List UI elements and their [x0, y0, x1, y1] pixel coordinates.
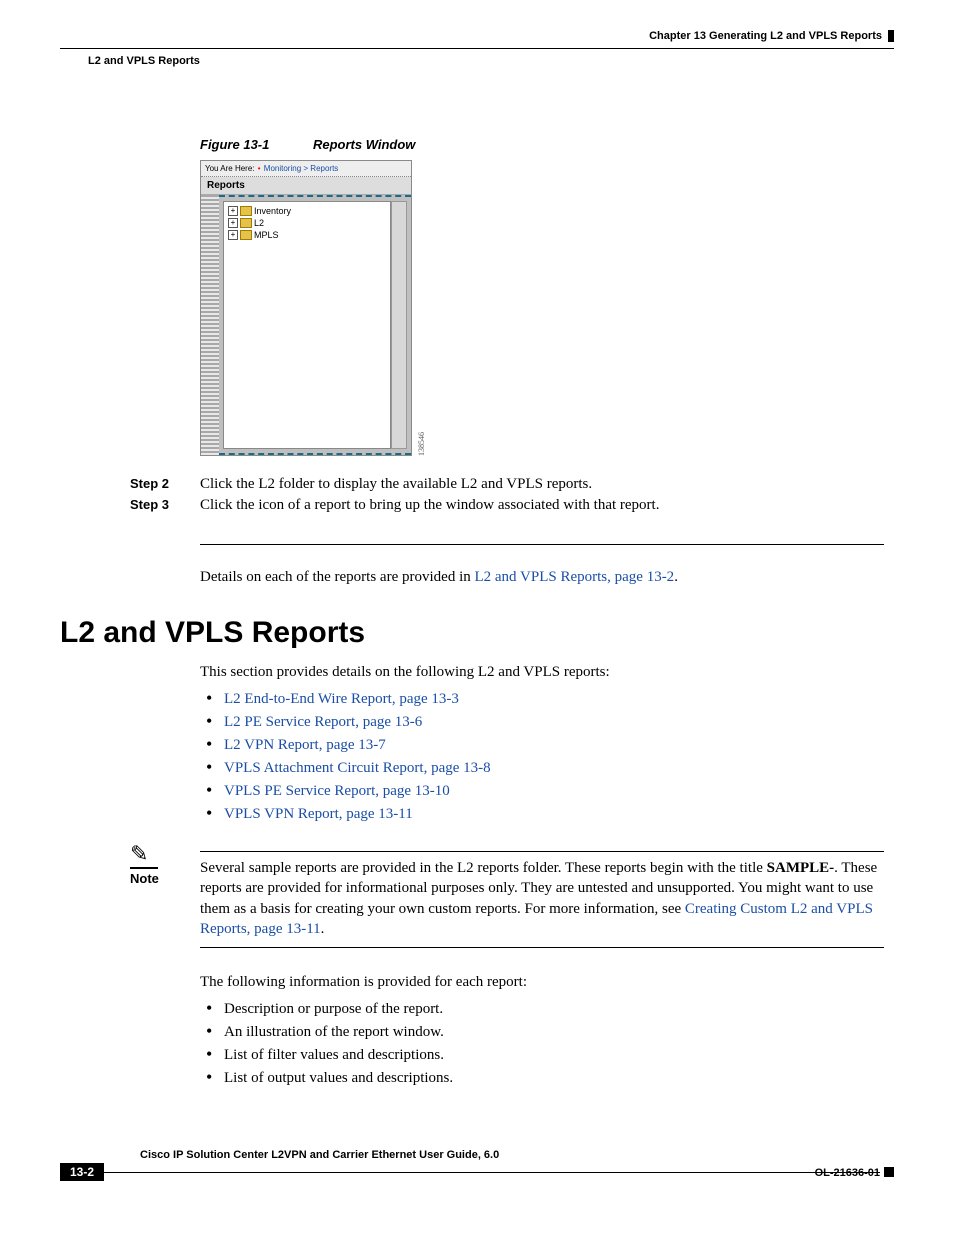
- side-stripes: [201, 195, 219, 455]
- step-2-text: Click the L2 folder to display the avail…: [200, 476, 884, 493]
- section-label: L2 and VPLS Reports: [88, 55, 894, 67]
- page: Chapter 13 Generating L2 and VPLS Report…: [0, 0, 954, 1211]
- tree-label: Inventory: [254, 206, 291, 216]
- details-suffix: .: [674, 569, 678, 585]
- footer-square-icon: [884, 1167, 894, 1177]
- section-divider: [200, 544, 884, 545]
- list-item: L2 PE Service Report, page 13-6: [224, 714, 884, 731]
- note-underline: [130, 867, 158, 869]
- tree-item-mpls[interactable]: + MPLS: [228, 230, 386, 240]
- list-item: An illustration of the report window.: [224, 1024, 884, 1041]
- figure-code: 138546: [417, 432, 426, 456]
- note-bold: SAMPLE-: [767, 860, 835, 876]
- tree-label: L2: [254, 218, 264, 228]
- details-paragraph: Details on each of the reports are provi…: [200, 569, 884, 586]
- note-post: .: [321, 921, 325, 937]
- tree: + Inventory + L2 +: [223, 201, 391, 449]
- note-body: Several sample reports are provided in t…: [200, 858, 884, 939]
- footer-rule-row: 13-2: [60, 1163, 894, 1181]
- footer-book-title: Cisco IP Solution Center L2VPN and Carri…: [140, 1149, 499, 1161]
- note-bottom-rule: [200, 947, 884, 948]
- report-link-l2-vpn[interactable]: L2 VPN Report, page 13-7: [224, 737, 386, 753]
- note-text-column: Several sample reports are provided in t…: [200, 843, 884, 954]
- footer-line: [104, 1172, 880, 1173]
- page-footer: Cisco IP Solution Center L2VPN and Carri…: [60, 1147, 894, 1181]
- footer-book-row: Cisco IP Solution Center L2VPN and Carri…: [140, 1147, 894, 1163]
- footer-page-number: 13-2: [60, 1163, 104, 1181]
- expand-icon[interactable]: +: [228, 206, 238, 216]
- header-rule: [60, 48, 894, 49]
- figure-wrap: You Are Here: • Monitoring > Reports Rep…: [200, 160, 412, 456]
- report-link-vpls-vpn[interactable]: VPLS VPN Report, page 13-11: [224, 806, 413, 822]
- page-heading: L2 and VPLS Reports: [60, 616, 884, 650]
- expand-icon[interactable]: +: [228, 230, 238, 240]
- report-list: L2 End-to-End Wire Report, page 13-3 L2 …: [200, 691, 884, 823]
- breadcrumb-dot-icon: •: [258, 164, 261, 173]
- figure-title: Reports Window: [313, 137, 415, 152]
- note-label: Note: [130, 871, 200, 886]
- note-icon-column: ✎ Note: [130, 843, 200, 954]
- note-block: ✎ Note Several sample reports are provid…: [130, 843, 884, 954]
- figure-caption: Figure 13-1 Reports Window: [200, 137, 884, 152]
- panel-title: Reports: [201, 177, 411, 195]
- folder-icon: [240, 206, 252, 216]
- breadcrumb-sep: >: [303, 164, 308, 173]
- report-link-l2-pe-service[interactable]: L2 PE Service Report, page 13-6: [224, 714, 422, 730]
- chapter-title: Chapter 13 Generating L2 and VPLS Report…: [649, 30, 894, 42]
- tree-label: MPLS: [254, 230, 279, 240]
- step-2-label: Step 2: [130, 476, 200, 493]
- pencil-icon: ✎: [130, 843, 200, 865]
- details-prefix: Details on each of the reports are provi…: [200, 569, 474, 585]
- tree-area: + Inventory + L2 +: [219, 195, 411, 455]
- folder-icon: [240, 218, 252, 228]
- step-3-text: Click the icon of a report to bring up t…: [200, 497, 884, 514]
- breadcrumb-monitoring[interactable]: Monitoring: [264, 164, 301, 173]
- footer-doc-id: OL-21636-01: [815, 1167, 880, 1179]
- tree-item-inventory[interactable]: + Inventory: [228, 206, 386, 216]
- list-item: List of filter values and descriptions.: [224, 1047, 884, 1064]
- tree-item-l2[interactable]: + L2: [228, 218, 386, 228]
- note-pre: Several sample reports are provided in t…: [200, 860, 767, 876]
- figure-number: Figure 13-1: [200, 137, 269, 152]
- step-3-label: Step 3: [130, 497, 200, 514]
- list-item: VPLS VPN Report, page 13-11: [224, 806, 884, 823]
- report-link-l2-end-to-end[interactable]: L2 End-to-End Wire Report, page 13-3: [224, 691, 459, 707]
- list-item: VPLS Attachment Circuit Report, page 13-…: [224, 760, 884, 777]
- list-item: L2 VPN Report, page 13-7: [224, 737, 884, 754]
- breadcrumb-reports[interactable]: Reports: [310, 164, 338, 173]
- panel-body: + Inventory + L2 +: [201, 195, 411, 455]
- list-item: Description or purpose of the report.: [224, 1001, 884, 1018]
- breadcrumb-prefix: You Are Here:: [205, 164, 255, 173]
- step-3-row: Step 3 Click the icon of a report to bri…: [130, 497, 884, 514]
- list-item: List of output values and descriptions.: [224, 1070, 884, 1087]
- step-2-row: Step 2 Click the L2 folder to display th…: [130, 476, 884, 493]
- details-link[interactable]: L2 and VPLS Reports, page 13-2: [474, 569, 674, 585]
- list-item: L2 End-to-End Wire Report, page 13-3: [224, 691, 884, 708]
- report-link-vpls-attachment[interactable]: VPLS Attachment Circuit Report, page 13-…: [224, 760, 491, 776]
- info-list: Description or purpose of the report. An…: [200, 1001, 884, 1087]
- list-item: VPLS PE Service Report, page 13-10: [224, 783, 884, 800]
- content-area: Figure 13-1 Reports Window You Are Here:…: [200, 137, 884, 1087]
- report-link-vpls-pe-service[interactable]: VPLS PE Service Report, page 13-10: [224, 783, 450, 799]
- reports-window: You Are Here: • Monitoring > Reports Rep…: [200, 160, 412, 456]
- scrollbar[interactable]: [391, 201, 407, 449]
- folder-icon: [240, 230, 252, 240]
- page-header: Chapter 13 Generating L2 and VPLS Report…: [60, 30, 894, 46]
- info-paragraph: The following information is provided fo…: [200, 974, 884, 991]
- expand-icon[interactable]: +: [228, 218, 238, 228]
- note-top-rule: [200, 851, 884, 852]
- breadcrumb: You Are Here: • Monitoring > Reports: [201, 161, 411, 177]
- intro-paragraph: This section provides details on the fol…: [200, 664, 884, 681]
